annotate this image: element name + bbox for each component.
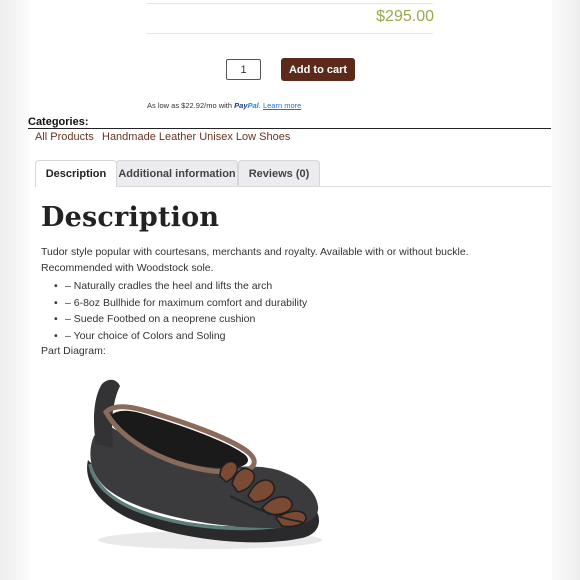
right-page-shade [552, 0, 580, 580]
feature-item: – Your choice of Colors and Soling [41, 328, 307, 345]
add-to-cart-button[interactable]: Add to cart [281, 58, 355, 81]
part-diagram-label: Part Diagram: [41, 345, 106, 357]
product-shoe-image [80, 372, 325, 557]
shoe-illustration [87, 379, 322, 549]
category-link-unisex-low-shoes[interactable]: Handmade Leather Unisex Low Shoes [102, 131, 290, 143]
categories-label: Categories: [28, 116, 89, 128]
feature-item: – 6-8oz Bullhide for maximum comfort and… [41, 295, 307, 312]
learn-more-link[interactable]: Learn more [263, 101, 301, 110]
feature-list: – Naturally cradles the heel and lifts t… [41, 278, 307, 344]
paypal-prefix-text: As low as $22.92/mo with [147, 101, 233, 110]
tab-additional-information[interactable]: Additional information [116, 160, 238, 186]
top-divider [147, 3, 433, 4]
tab-reviews[interactable]: Reviews (0) [238, 160, 320, 186]
price-divider [147, 33, 433, 34]
feature-item: – Naturally cradles the heel and lifts t… [41, 278, 307, 295]
description-heading: Description [41, 202, 220, 233]
left-page-shade [0, 0, 30, 580]
category-link-all-products[interactable]: All Products [35, 131, 94, 143]
description-paragraph: Tudor style popular with courtesans, mer… [41, 246, 469, 274]
paypal-logo-pal: Pal [247, 101, 259, 110]
categories-divider [28, 128, 551, 129]
product-price: $295.00 [376, 8, 434, 25]
tab-description[interactable]: Description [35, 160, 117, 187]
paypal-logo: PayPal [234, 101, 259, 110]
feature-item: – Suede Footbed on a neoprene cushion [41, 311, 307, 328]
paypal-logo-pay: Pay [234, 101, 248, 110]
quantity-input[interactable] [226, 59, 261, 80]
paypal-separator: . [258, 101, 261, 110]
paypal-financing-message: As low as $22.92/mo with PayPal. Learn m… [147, 101, 301, 110]
